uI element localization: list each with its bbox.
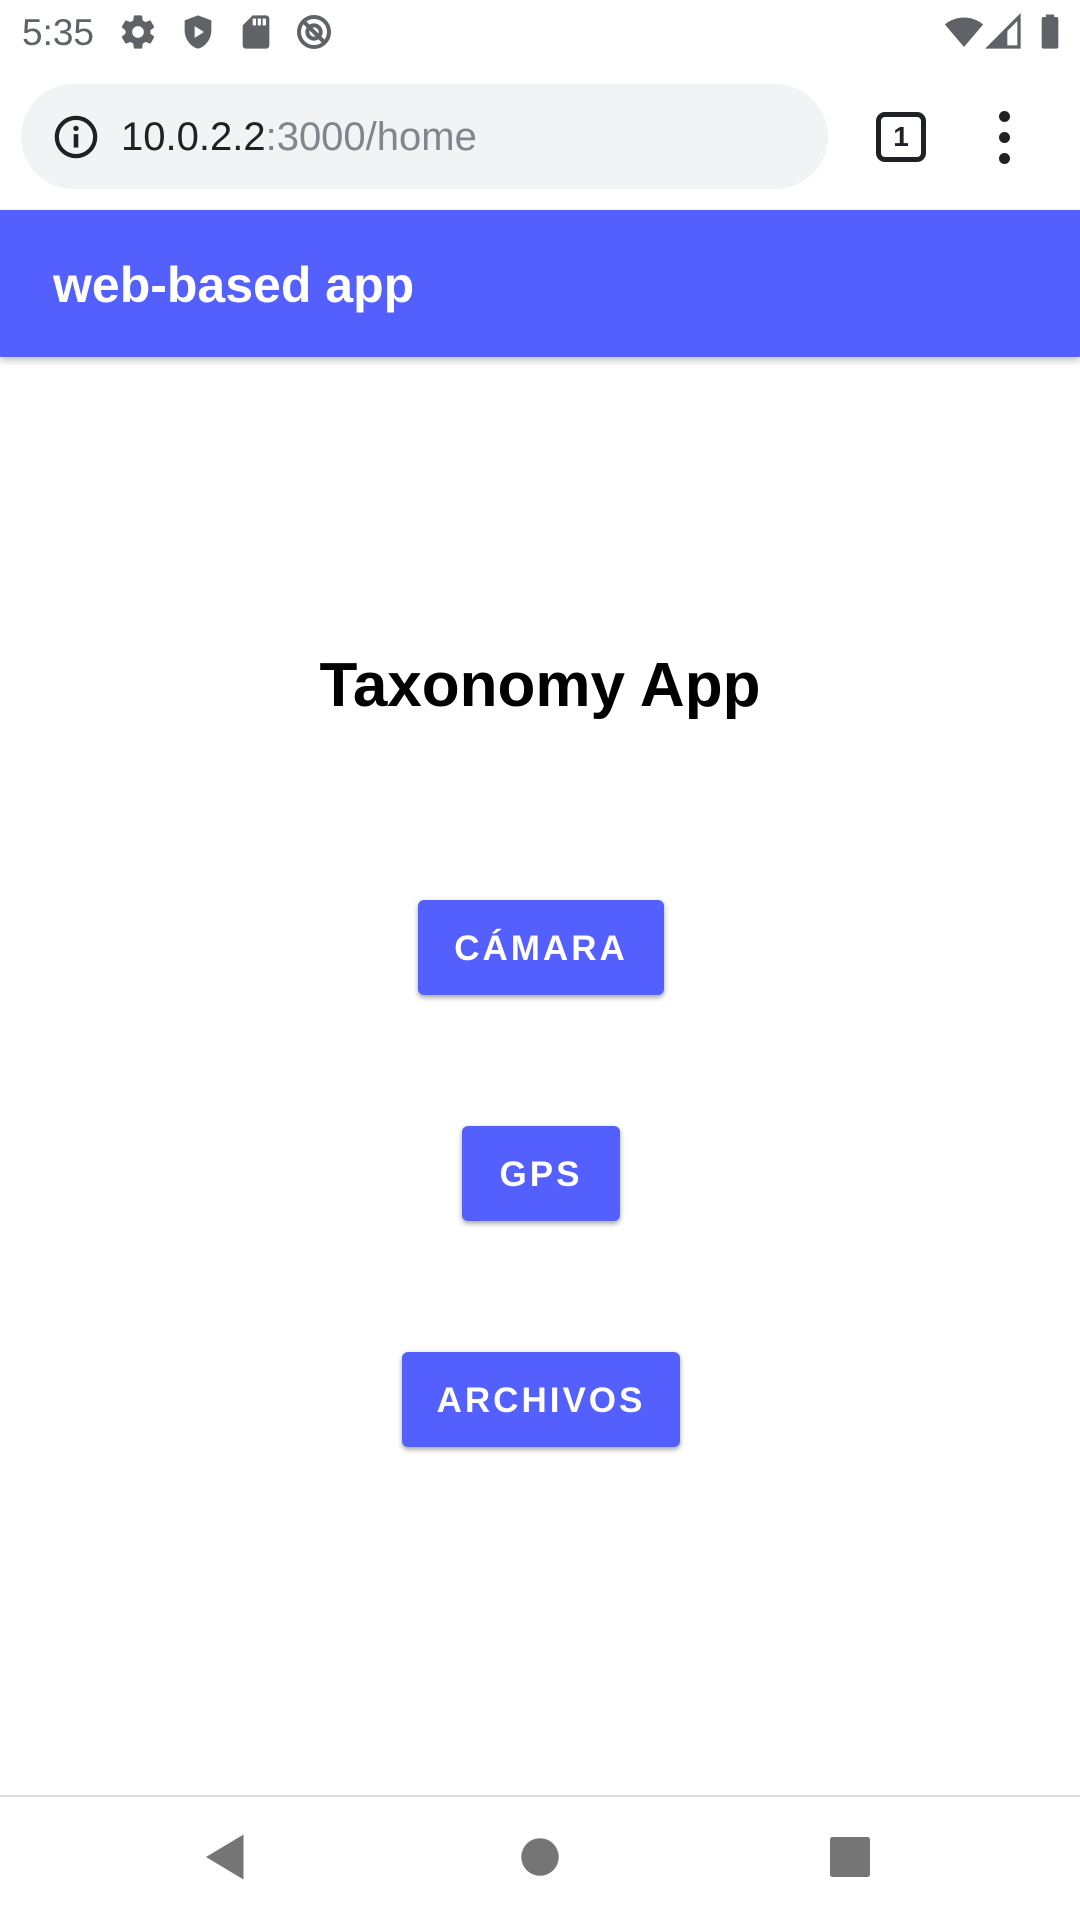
info-icon[interactable] <box>53 114 99 160</box>
status-bar: 5:35 <box>0 0 1080 63</box>
no-sync-icon <box>294 12 334 52</box>
cell-signal-icon <box>984 12 1024 52</box>
browser-toolbar: 10.0.2.2:3000/home 1 <box>0 63 1080 210</box>
navigation-bar <box>0 1795 1080 1920</box>
shield-icon <box>178 12 218 52</box>
url-host: 10.0.2.2 <box>121 115 266 159</box>
back-icon[interactable] <box>196 1827 256 1887</box>
home-icon[interactable] <box>510 1827 570 1887</box>
app-title: web-based app <box>53 257 415 313</box>
app-bar: web-based app <box>0 210 1080 357</box>
more-vert-icon[interactable] <box>984 109 1028 167</box>
url-path: :3000/home <box>265 115 477 159</box>
camera-button[interactable]: CÁMARA <box>418 900 664 995</box>
sd-card-icon <box>236 12 276 52</box>
files-button[interactable]: ARCHIVOS <box>402 1352 680 1447</box>
wifi-icon <box>944 12 984 52</box>
page-title: Taxonomy App <box>319 651 761 720</box>
url-text[interactable]: 10.0.2.2:3000/home <box>121 112 477 162</box>
tab-switcher-button[interactable]: 1 <box>876 112 926 162</box>
settings-icon <box>118 12 158 52</box>
battery-icon <box>1030 12 1070 52</box>
recents-icon[interactable] <box>820 1827 880 1887</box>
url-bar[interactable]: 10.0.2.2:3000/home <box>21 84 828 189</box>
screen: 5:35 10.0.2.2:3000/home 1 web-based app … <box>0 0 1080 1920</box>
status-time: 5:35 <box>22 12 95 53</box>
gps-button[interactable]: GPS <box>462 1126 620 1221</box>
